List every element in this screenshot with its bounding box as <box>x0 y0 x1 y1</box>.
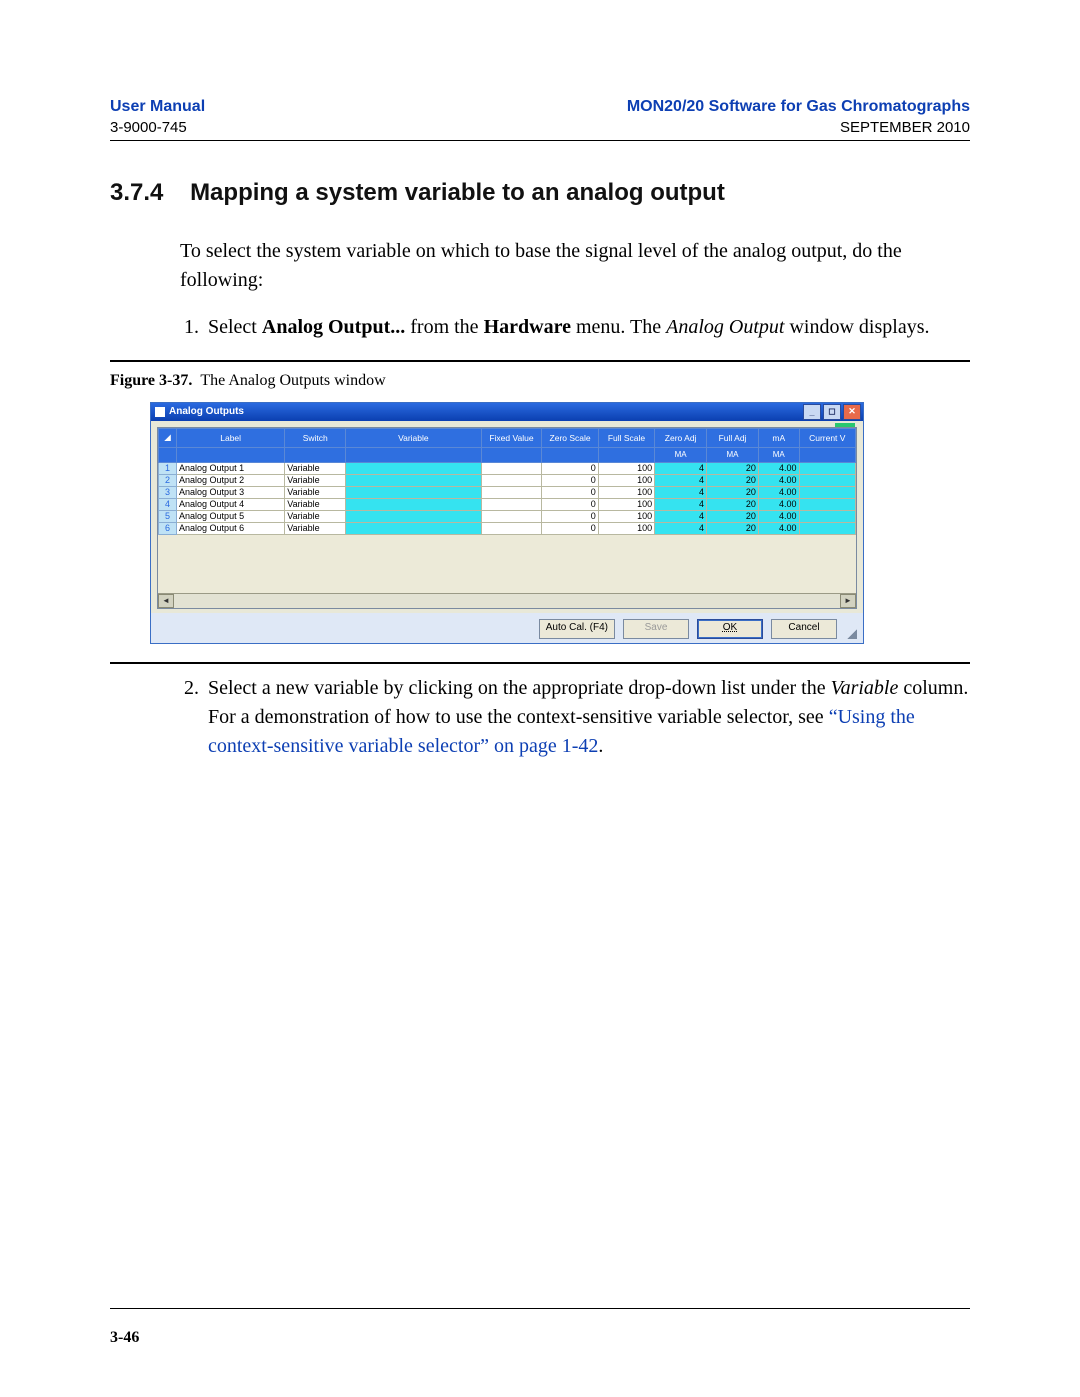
app-icon <box>155 407 165 417</box>
col-zero-scale[interactable]: Zero Scale <box>542 428 598 447</box>
col-corner[interactable]: ◢ <box>159 428 177 447</box>
table-row[interactable]: 1 Analog Output 1 Variable 0 100 4 20 4.… <box>159 462 856 474</box>
col-ma[interactable]: mA <box>758 428 799 447</box>
window-titlebar[interactable]: Analog Outputs _ ◻ ✕ <box>151 403 863 421</box>
col-full-adj[interactable]: Full Adj <box>707 428 759 447</box>
window-body: ◢ Label Switch Variable Fixed Value Zero… <box>151 421 863 613</box>
col-full-scale[interactable]: Full Scale <box>598 428 654 447</box>
step-2: Select a new variable by clicking on the… <box>204 674 970 761</box>
col-switch[interactable]: Switch <box>285 428 346 447</box>
unit-ma: MA <box>758 447 799 462</box>
row-number[interactable]: 6 <box>159 522 177 534</box>
step1-bold-analog: Analog Output... <box>262 316 405 338</box>
header-user-manual: User Manual <box>110 96 205 118</box>
intro-paragraph: To select the system variable on which t… <box>180 237 970 295</box>
cell-fixed[interactable] <box>481 462 542 474</box>
ok-button[interactable]: OK <box>697 619 763 639</box>
row-number[interactable]: 5 <box>159 510 177 522</box>
cell-current[interactable] <box>799 462 855 474</box>
button-row: Auto Cal. (F4) Save OK Cancel <box>151 613 863 643</box>
cell-ma[interactable]: 4.00 <box>758 462 799 474</box>
header-product: MON20/20 Software for Gas Chromatographs <box>627 96 970 118</box>
maximize-button[interactable]: ◻ <box>823 404 841 420</box>
window-title: Analog Outputs <box>169 406 801 417</box>
scroll-left-icon[interactable]: ◄ <box>158 594 174 608</box>
row-number[interactable]: 4 <box>159 498 177 510</box>
cell-zadj[interactable]: 4 <box>655 462 707 474</box>
scroll-track[interactable] <box>174 594 840 608</box>
cell-zero[interactable]: 0 <box>542 462 598 474</box>
resize-grip-icon[interactable] <box>845 627 857 639</box>
scroll-right-icon[interactable]: ► <box>840 594 856 608</box>
step-1: Select Analog Output... from the Hardwar… <box>204 313 970 342</box>
table-row[interactable]: 5 Analog Output 5 Variable 0 100 4 20 4.… <box>159 510 856 522</box>
header-left: User Manual 3-9000-745 <box>110 96 205 138</box>
status-indicator-icon <box>835 423 855 427</box>
footer-rule <box>110 1308 970 1309</box>
header-rule <box>110 140 970 141</box>
minimize-button[interactable]: _ <box>803 404 821 420</box>
step-list-cont: Select a new variable by clicking on the… <box>204 674 970 761</box>
row-number[interactable]: 3 <box>159 486 177 498</box>
cell-fadj[interactable]: 20 <box>707 462 759 474</box>
header-right: MON20/20 Software for Gas Chromatographs… <box>627 96 970 138</box>
analog-outputs-table[interactable]: ◢ Label Switch Variable Fixed Value Zero… <box>158 428 856 535</box>
analog-outputs-window: Analog Outputs _ ◻ ✕ ◢ Label Switch <box>150 402 864 644</box>
step1-bold-hardware: Hardware <box>484 316 571 338</box>
cell-label[interactable]: Analog Output 1 <box>177 462 285 474</box>
col-label[interactable]: Label <box>177 428 285 447</box>
close-button[interactable]: ✕ <box>843 404 861 420</box>
page: User Manual 3-9000-745 MON20/20 Software… <box>0 0 1080 1397</box>
running-header: User Manual 3-9000-745 MON20/20 Software… <box>110 96 970 138</box>
cell-variable[interactable] <box>346 462 481 474</box>
figure-caption: Figure 3-37. The Analog Outputs window <box>110 372 970 390</box>
figure-text: The Analog Outputs window <box>200 372 385 389</box>
horizontal-scrollbar[interactable]: ◄ ► <box>158 593 856 608</box>
cancel-button[interactable]: Cancel <box>771 619 837 639</box>
cell-full[interactable]: 100 <box>598 462 654 474</box>
figure-rule-top <box>110 360 970 362</box>
page-number: 3-46 <box>110 1329 139 1347</box>
step-list: Select Analog Output... from the Hardwar… <box>204 313 970 342</box>
step2-italic: Variable <box>831 677 899 699</box>
figure-rule-bottom <box>110 662 970 664</box>
unit-zero-adj: MA <box>655 447 707 462</box>
units-row: MA MA MA <box>159 447 856 462</box>
header-docnum: 3-9000-745 <box>110 118 205 138</box>
data-grid[interactable]: ◢ Label Switch Variable Fixed Value Zero… <box>157 427 857 609</box>
col-variable[interactable]: Variable <box>346 428 481 447</box>
section-title: Mapping a system variable to an analog o… <box>190 179 725 206</box>
col-fixed[interactable]: Fixed Value <box>481 428 542 447</box>
col-zero-adj[interactable]: Zero Adj <box>655 428 707 447</box>
table-row[interactable]: 4 Analog Output 4 Variable 0 100 4 20 4.… <box>159 498 856 510</box>
row-number[interactable]: 1 <box>159 462 177 474</box>
col-current[interactable]: Current V <box>799 428 855 447</box>
body-text-2: Select a new variable by clicking on the… <box>180 674 970 761</box>
grid-empty-area <box>158 535 856 593</box>
table-row[interactable]: 2 Analog Output 2 Variable 0 100 4 20 4.… <box>159 474 856 486</box>
figure-label: Figure 3-37. <box>110 372 192 389</box>
step1-italic: Analog Output <box>666 316 784 338</box>
table-row[interactable]: 3 Analog Output 3 Variable 0 100 4 20 4.… <box>159 486 856 498</box>
save-button[interactable]: Save <box>623 619 689 639</box>
autocal-button[interactable]: Auto Cal. (F4) <box>539 619 615 639</box>
cell-switch[interactable]: Variable <box>285 462 346 474</box>
section-number: 3.7.4 <box>110 179 163 206</box>
row-number[interactable]: 2 <box>159 474 177 486</box>
table-row[interactable]: 6 Analog Output 6 Variable 0 100 4 20 4.… <box>159 522 856 534</box>
section-heading: 3.7.4 Mapping a system variable to an an… <box>110 179 970 207</box>
header-row: ◢ Label Switch Variable Fixed Value Zero… <box>159 428 856 447</box>
unit-full-adj: MA <box>707 447 759 462</box>
body-text: To select the system variable on which t… <box>180 237 970 342</box>
header-date: SEPTEMBER 2010 <box>627 118 970 138</box>
